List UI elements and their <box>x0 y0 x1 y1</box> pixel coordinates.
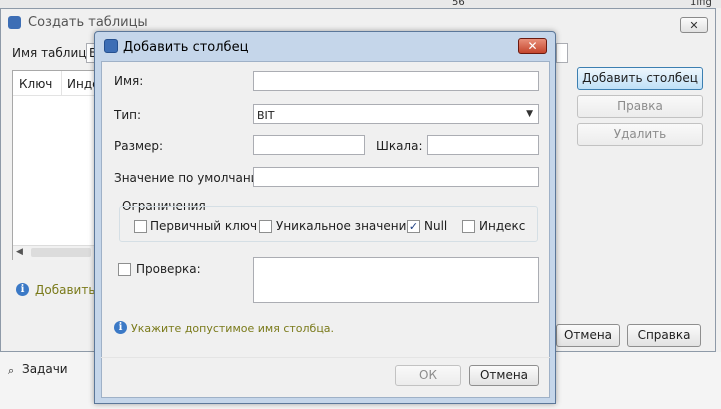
tasks-label: Задачи <box>22 362 68 376</box>
app-icon <box>8 16 21 29</box>
scroll-left-icon[interactable]: ◀ <box>16 247 23 257</box>
columns-header: Ключ Инде <box>13 71 100 96</box>
close-icon: ✕ <box>527 39 538 53</box>
close-icon: ✕ <box>689 19 699 32</box>
ide-background-strip <box>0 0 721 8</box>
horizontal-scrollbar[interactable]: ◀ <box>13 245 97 260</box>
check-icon[interactable]: ✓ <box>407 220 420 233</box>
scrollbar-thumb[interactable] <box>31 248 91 257</box>
check-constraint-textarea[interactable] <box>253 257 539 303</box>
ok-button[interactable]: ОК <box>395 365 461 386</box>
outer-info-icon: i <box>16 283 29 296</box>
edit-button[interactable]: Правка <box>577 95 703 118</box>
unique-label: Уникальное значение <box>276 219 414 233</box>
help-button[interactable]: Справка <box>627 324 701 347</box>
dialog-close-button[interactable]: ✕ <box>518 38 547 54</box>
null-label: Null <box>424 219 448 233</box>
columns-table[interactable]: Ключ Инде ◀ <box>12 70 100 260</box>
default-value-input[interactable] <box>253 167 539 187</box>
column-header-key: Ключ <box>19 77 53 91</box>
scale-label: Шкала: <box>376 139 423 153</box>
dialog-info-text: Укажите допустимое имя столбца. <box>131 322 335 335</box>
checkbox-box[interactable] <box>259 220 272 233</box>
checkbox-box[interactable] <box>118 263 131 276</box>
check-constraint-label: Проверка: <box>136 262 201 276</box>
info-icon: i <box>114 321 127 334</box>
size-label: Размер: <box>114 139 164 153</box>
type-label: Тип: <box>114 108 142 122</box>
default-value-label: Значение по умолчанию: <box>114 171 273 185</box>
dialog-cancel-button[interactable]: Отмена <box>469 365 539 386</box>
table-name-input-end <box>556 43 568 63</box>
primary-key-label: Первичный ключ <box>150 219 258 233</box>
ide-cell-value: 56 <box>452 0 465 8</box>
type-value: BIT <box>257 109 275 122</box>
dialog-title: Добавить столбец <box>123 40 249 55</box>
column-divider <box>61 71 62 95</box>
size-input[interactable] <box>253 135 365 155</box>
dialog-footer-divider <box>101 357 550 358</box>
outer-close-button[interactable]: ✕ <box>680 17 708 33</box>
name-label: Имя: <box>114 74 144 88</box>
checkbox-box[interactable] <box>462 220 475 233</box>
outer-cancel-button[interactable]: Отмена <box>556 324 620 347</box>
delete-button[interactable]: Удалить <box>577 123 703 146</box>
chevron-down-icon[interactable]: ▼ <box>526 109 533 119</box>
dialog-app-icon <box>104 39 118 53</box>
outer-window-title: Создать таблицы <box>28 15 148 30</box>
name-input[interactable] <box>253 71 539 91</box>
add-column-button[interactable]: Добавить столбец <box>577 67 703 90</box>
checkbox-box[interactable] <box>134 220 147 233</box>
index-label: Индекс <box>479 219 526 233</box>
ide-cell-right: 1ifig <box>690 0 712 8</box>
scale-input[interactable] <box>427 135 539 155</box>
tasks-icon: ⌕ <box>8 364 15 377</box>
type-select[interactable]: BIT ▼ <box>253 104 539 124</box>
